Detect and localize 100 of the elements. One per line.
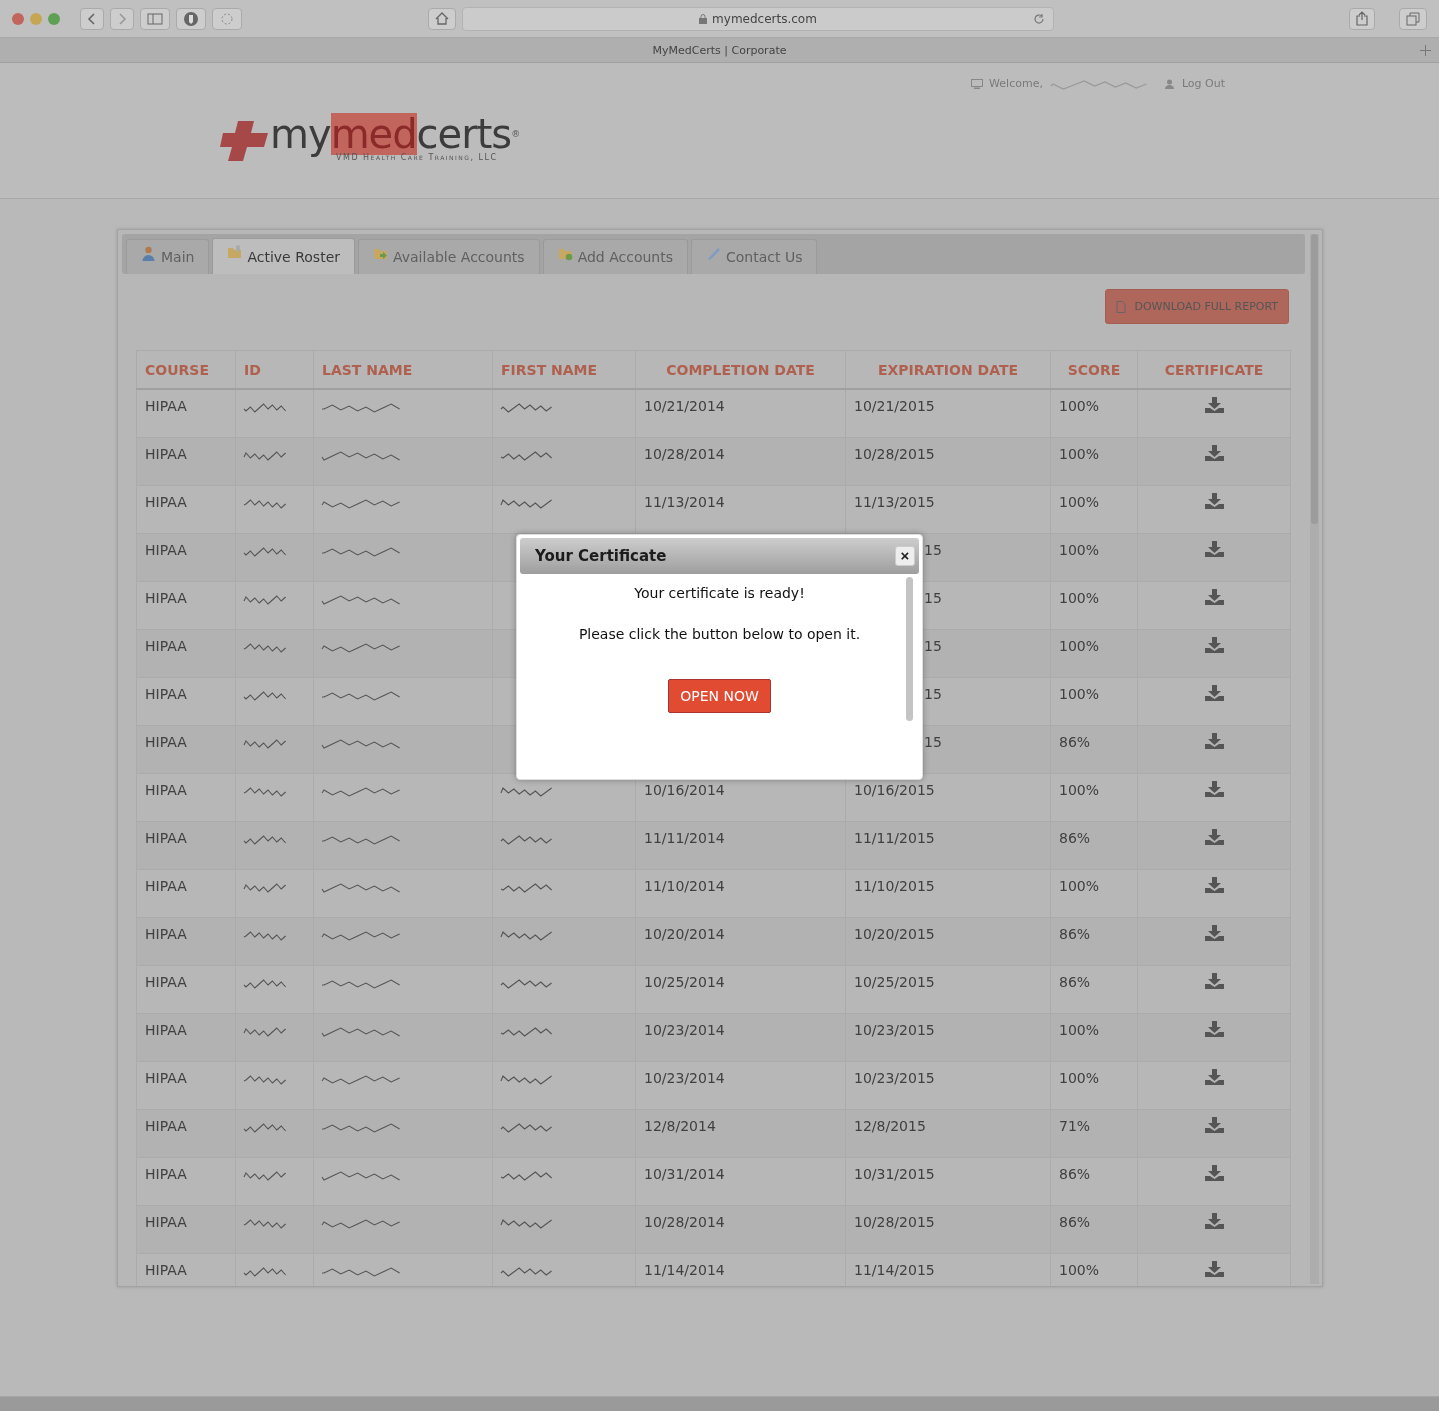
download-icon[interactable] [1204,588,1224,605]
tab[interactable]: Add Accounts [542,239,688,274]
table-cell: 86% [1050,1157,1138,1205]
download-icon[interactable] [1204,1068,1224,1085]
download-icon[interactable] [1204,924,1224,941]
reload-icon[interactable] [1033,12,1045,25]
download-icon[interactable] [1204,396,1224,413]
table-cell: HIPAA [136,677,236,725]
table-cell: HIPAA [136,965,236,1013]
home-button[interactable] [428,7,456,30]
table-cell: 100% [1050,581,1138,629]
download-icon[interactable] [1204,540,1224,557]
column-header: COMPLETION DATE [635,350,846,389]
download-icon[interactable] [1204,636,1224,653]
table-cell: HIPAA [136,1061,236,1109]
table-cell-text: 10/28/2015 [854,446,935,462]
download-icon[interactable] [1204,828,1224,845]
table-cell: HIPAA [136,437,236,485]
column-header: SCORE [1050,350,1138,389]
tab[interactable]: Main [126,239,210,274]
table-cell: HIPAA [136,581,236,629]
open-now-button[interactable]: OPEN NOW [668,679,771,713]
dialog-title: Your Certificate [535,547,667,565]
table-cell: 10/23/2014 [635,1013,846,1061]
table-cell: HIPAA [136,725,236,773]
download-icon[interactable] [1204,1020,1224,1037]
download-icon[interactable] [1204,972,1224,989]
table-cell: 10/20/2014 [635,917,846,965]
table-cell: HIPAA [136,917,236,965]
column-header: FIRST NAME [492,350,636,389]
download-icon[interactable] [1204,1164,1224,1181]
table-cell: 100% [1050,773,1138,821]
download-icon[interactable] [1204,732,1224,749]
table-cell-text: 12/8/2015 [854,1118,926,1134]
column-header: EXPIRATION DATE [845,350,1051,389]
dialog-scrollbar[interactable] [906,577,913,721]
table-cell: HIPAA [136,773,236,821]
new-tab-icon[interactable] [1420,44,1431,56]
table-cell: 86% [1050,1205,1138,1253]
download-icon[interactable] [1204,1212,1224,1229]
table-cell-text: 10/21/2015 [854,398,935,415]
table-cell: 10/21/2014 [635,389,846,437]
column-header: LAST NAME [313,350,493,389]
table-cell: HIPAA [136,1013,236,1061]
table-cell-text: 11/13/2015 [854,494,935,510]
table-cell-text: 15 [924,590,942,606]
tab[interactable]: Available Accounts [358,239,540,274]
home-icon [435,12,449,25]
table-cell-text: 10/20/2015 [854,926,935,942]
download-report-button[interactable]: DOWNLOAD FULL REPORT [1105,289,1289,324]
tab[interactable]: Active Roster [212,238,355,274]
table-cell: 71% [1050,1109,1138,1157]
table-cell: 10/23/2014 [635,1061,846,1109]
table-cell: HIPAA [136,821,236,869]
tabs-icon [1406,11,1420,26]
logo-text: my [270,113,331,155]
table-cell-text: 10/31/2015 [854,1166,935,1182]
table-cell: 12/8/2014 [635,1109,846,1157]
table-cell: 100% [1050,1061,1138,1109]
table-cell: 100% [1050,1013,1138,1061]
address-bar[interactable]: mymedcerts.com [462,6,1054,31]
column-header: ID [235,350,314,389]
scrollbar[interactable] [1310,234,1319,1284]
table-cell: HIPAA [136,1205,236,1253]
table-cell: HIPAA [136,485,236,533]
download-icon[interactable] [1204,684,1224,701]
table-cell: HIPAA [136,1109,236,1157]
lock-icon [699,13,708,24]
table-cell: HIPAA [136,1253,236,1286]
table-cell: 86% [1050,965,1138,1013]
download-icon[interactable] [1204,1260,1224,1277]
logout-link[interactable]: Log Out [1181,77,1225,90]
table-cell: HIPAA [136,869,236,917]
share-button[interactable] [1349,7,1375,30]
download-icon[interactable] [1204,1116,1224,1133]
download-icon[interactable] [1204,876,1224,893]
download-icon[interactable] [1204,492,1224,509]
table-cell: 100% [1050,533,1138,581]
pdf-file-icon [1116,300,1127,313]
close-window-icon[interactable] [12,12,24,25]
table-cell-text: 11/11/2015 [854,830,935,846]
table-cell: 10/28/2014 [635,437,846,485]
table-cell-text: 15 [924,734,942,750]
table-cell: 11/13/2014 [635,485,846,533]
browser-tab[interactable]: MyMedCerts | Corporate [652,43,787,57]
tab[interactable]: Contact Us [691,239,818,274]
back-button[interactable] [80,7,104,30]
close-button[interactable]: × [895,546,915,566]
column-header: CERTIFICATE [1137,350,1291,389]
table-cell-text: 15 [924,638,942,654]
download-icon[interactable] [1204,444,1224,461]
download-icon[interactable] [1204,780,1224,797]
table-cell-text: 10/23/2015 [854,1022,935,1038]
table-cell: 86% [1050,821,1138,869]
shield-button[interactable] [176,7,206,30]
table-cell: HIPAA [136,629,236,677]
table-cell-text: 11/10/2015 [854,878,935,894]
table-cell-text: 10/25/2015 [854,974,935,990]
table-cell: 100% [1050,389,1138,437]
table-cell-text: 10/23/2015 [854,1070,935,1086]
